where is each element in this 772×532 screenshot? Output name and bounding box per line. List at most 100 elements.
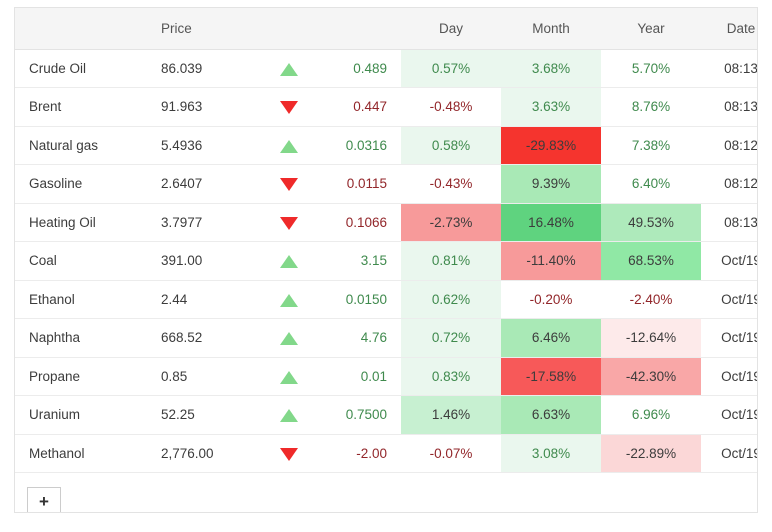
table-row[interactable]: Heating Oil 3.7977 0.1066 -2.73% 16.48% 49.53… xyxy=(15,203,757,242)
row-instrument-name: Natural gas xyxy=(15,126,147,165)
table-row[interactable]: Ethanol 2.44 0.0150 0.62% -0.20% -2.40% Oct/19 xyxy=(15,280,757,319)
row-instrument-name: Ethanol xyxy=(15,280,147,319)
arrow-up-icon xyxy=(280,293,298,307)
row-change-value: 0.489 xyxy=(319,49,401,88)
row-instrument-name: Uranium xyxy=(15,395,147,435)
row-direction-cell xyxy=(259,203,319,242)
arrow-down-icon xyxy=(280,216,298,230)
row-price: 391.00 xyxy=(147,241,259,281)
row-year-change: 6.96% xyxy=(601,395,701,435)
row-price: 2.44 xyxy=(147,280,259,319)
row-day-change: -0.07% xyxy=(401,434,501,473)
row-day-change: -2.73% xyxy=(401,203,501,242)
row-direction-cell xyxy=(259,49,319,88)
row-price: 86.039 xyxy=(147,49,259,88)
row-price: 668.52 xyxy=(147,318,259,358)
column-header-name[interactable] xyxy=(15,8,147,50)
table-header: Price Day Month Year Date xyxy=(15,8,757,50)
row-change-value: 0.0316 xyxy=(319,126,401,165)
row-month-change: -11.40% xyxy=(501,241,601,281)
arrow-up-icon xyxy=(280,62,298,76)
row-date: Oct/19 xyxy=(701,318,757,358)
row-year-change: -12.64% xyxy=(601,318,701,358)
row-day-change: 1.46% xyxy=(401,395,501,435)
column-header-date[interactable]: Date xyxy=(701,8,757,50)
row-date: 08:13 xyxy=(701,49,757,88)
column-header-day[interactable]: Day xyxy=(401,8,501,50)
row-day-change: 0.81% xyxy=(401,241,501,281)
column-header-year[interactable]: Year xyxy=(601,8,701,50)
row-month-change: 16.48% xyxy=(501,203,601,242)
row-day-change: 0.72% xyxy=(401,318,501,358)
row-month-change: 3.08% xyxy=(501,434,601,473)
row-direction-cell xyxy=(259,126,319,165)
column-header-change[interactable] xyxy=(319,8,401,50)
row-date: 08:13 xyxy=(701,203,757,242)
arrow-up-icon xyxy=(280,332,298,346)
row-date: 08:12 xyxy=(701,126,757,165)
row-instrument-name: Coal xyxy=(15,241,147,281)
row-instrument-name: Brent xyxy=(15,87,147,127)
row-date: 08:13 xyxy=(701,87,757,127)
row-instrument-name: Propane xyxy=(15,357,147,396)
row-month-change: 6.63% xyxy=(501,395,601,435)
commodities-table: Price Day Month Year Date Crude Oil 86.03… xyxy=(15,8,757,473)
row-instrument-name: Heating Oil xyxy=(15,203,147,242)
row-year-change: -2.40% xyxy=(601,280,701,319)
row-year-change: 49.53% xyxy=(601,203,701,242)
row-date: Oct/19 xyxy=(701,395,757,435)
row-change-value: 0.7500 xyxy=(319,395,401,435)
row-year-change: 6.40% xyxy=(601,164,701,204)
table-footer-toolbar: + xyxy=(15,473,757,512)
table-row[interactable]: Brent 91.963 0.447 -0.48% 3.63% 8.76% 08:13 xyxy=(15,87,757,127)
column-header-price[interactable]: Price xyxy=(147,8,259,50)
add-row-button[interactable]: + xyxy=(27,487,61,512)
row-date: Oct/19 xyxy=(701,241,757,281)
table-row[interactable]: Natural gas 5.4936 0.0316 0.58% -29.83% 7.38%… xyxy=(15,126,757,165)
row-direction-cell xyxy=(259,395,319,435)
arrow-down-icon xyxy=(280,101,298,115)
row-instrument-name: Gasoline xyxy=(15,164,147,204)
row-direction-cell xyxy=(259,87,319,127)
row-date: Oct/19 xyxy=(701,280,757,319)
arrow-up-icon xyxy=(280,139,298,153)
row-day-change: 0.57% xyxy=(401,49,501,88)
row-direction-cell xyxy=(259,241,319,281)
row-year-change: 68.53% xyxy=(601,241,701,281)
row-year-change: 8.76% xyxy=(601,87,701,127)
row-price: 3.7977 xyxy=(147,203,259,242)
row-date: 08:12 xyxy=(701,164,757,204)
row-instrument-name: Methanol xyxy=(15,434,147,473)
arrow-up-icon xyxy=(280,409,298,423)
arrow-down-icon xyxy=(280,178,298,192)
row-change-value: 0.447 xyxy=(319,87,401,127)
row-year-change: 5.70% xyxy=(601,49,701,88)
table-row[interactable]: Crude Oil 86.039 0.489 0.57% 3.68% 5.70% 08:13 xyxy=(15,49,757,88)
column-header-arrow[interactable] xyxy=(259,8,319,50)
row-day-change: 0.83% xyxy=(401,357,501,396)
row-year-change: -22.89% xyxy=(601,434,701,473)
row-price: 2.6407 xyxy=(147,164,259,204)
row-change-value: 0.01 xyxy=(319,357,401,396)
row-month-change: -17.58% xyxy=(501,357,601,396)
table-row[interactable]: Coal 391.00 3.15 0.81% -11.40% 68.53% Oct/19 xyxy=(15,241,757,281)
table-body: Crude Oil 86.039 0.489 0.57% 3.68% 5.70% 08:13… xyxy=(15,49,757,473)
row-month-change: 3.63% xyxy=(501,87,601,127)
arrow-up-icon xyxy=(280,255,298,269)
table-row[interactable]: Uranium 52.25 0.7500 1.46% 6.63% 6.96% Oct/19 xyxy=(15,395,757,435)
row-instrument-name: Naphtha xyxy=(15,318,147,358)
row-day-change: -0.43% xyxy=(401,164,501,204)
row-date: Oct/19 xyxy=(701,357,757,396)
arrow-down-icon xyxy=(280,447,298,461)
row-direction-cell xyxy=(259,357,319,396)
table-row[interactable]: Naphtha 668.52 4.76 0.72% 6.46% -12.64% Oct/19 xyxy=(15,318,757,358)
table-row[interactable]: Propane 0.85 0.01 0.83% -17.58% -42.30% Oct/19 xyxy=(15,357,757,396)
table-row[interactable]: Gasoline 2.6407 0.0115 -0.43% 9.39% 6.40% 08:1… xyxy=(15,164,757,204)
row-direction-cell xyxy=(259,318,319,358)
row-change-value: 0.0150 xyxy=(319,280,401,319)
row-change-value: 0.1066 xyxy=(319,203,401,242)
commodities-panel: Price Day Month Year Date Crude Oil 86.03… xyxy=(14,7,758,513)
table-row[interactable]: Methanol 2,776.00 -2.00 -0.07% 3.08% -22.89% O… xyxy=(15,434,757,473)
row-change-value: 3.15 xyxy=(319,241,401,281)
column-header-month[interactable]: Month xyxy=(501,8,601,50)
